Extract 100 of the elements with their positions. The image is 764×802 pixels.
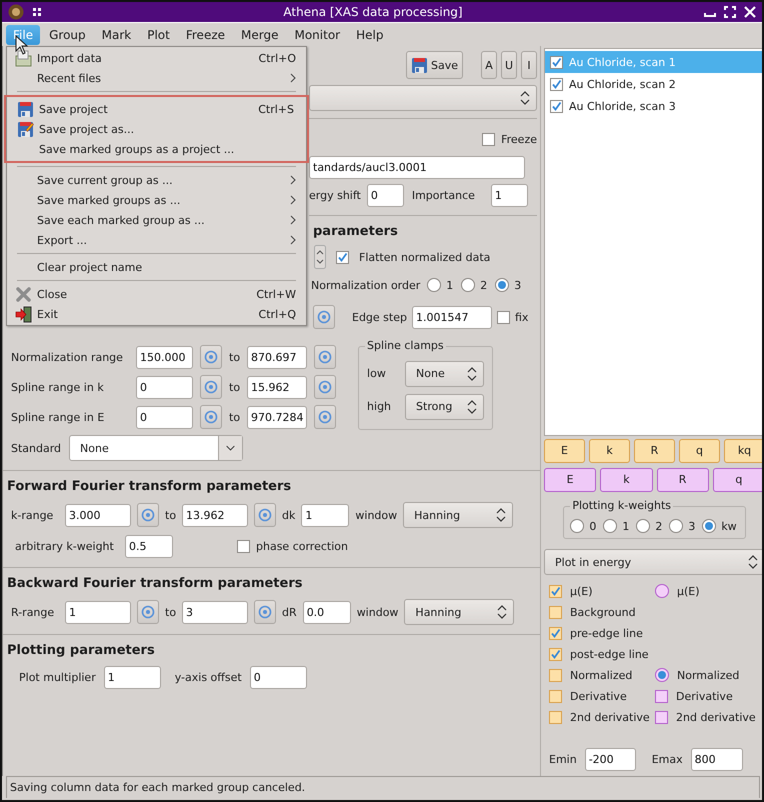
checkbox[interactable] bbox=[336, 250, 349, 264]
radio-button[interactable] bbox=[461, 278, 476, 292]
radio-button[interactable] bbox=[427, 278, 442, 292]
range-from-field[interactable]: 1 bbox=[65, 600, 131, 624]
checkbox[interactable] bbox=[496, 310, 510, 324]
window-menu-icon[interactable] bbox=[32, 7, 42, 17]
step-field[interactable]: 1 bbox=[301, 504, 350, 526]
menu-item[interactable]: Clear project name bbox=[7, 257, 306, 277]
checkbox[interactable] bbox=[549, 668, 562, 682]
menu-title[interactable]: Freeze bbox=[178, 24, 232, 44]
checkbox[interactable] bbox=[549, 584, 562, 598]
menu-item[interactable]: Save marked groups as ... bbox=[7, 190, 306, 210]
pick-button[interactable] bbox=[314, 375, 336, 399]
radio-button[interactable] bbox=[570, 519, 584, 533]
emin-field[interactable]: -200 bbox=[584, 748, 636, 770]
range-from-field[interactable]: 0 bbox=[136, 376, 193, 398]
range-to-field[interactable]: 15.962 bbox=[247, 376, 308, 398]
range-to-field[interactable]: 870.697 bbox=[247, 346, 308, 368]
menu-title[interactable]: Monitor bbox=[287, 24, 348, 44]
range-to-field[interactable]: 3 bbox=[182, 600, 248, 624]
toolbar-button[interactable]: I bbox=[521, 51, 537, 79]
plot-button[interactable]: R bbox=[634, 438, 675, 462]
range-to-field[interactable]: 13.962 bbox=[182, 504, 248, 526]
radio-button[interactable] bbox=[655, 584, 669, 598]
k-weight-field[interactable]: 0.5 bbox=[125, 534, 173, 558]
menu-item[interactable]: Save marked groups as a project ... bbox=[9, 139, 304, 159]
group-item[interactable]: Au Chloride, scan 2 bbox=[545, 73, 762, 95]
close-icon[interactable] bbox=[744, 6, 756, 18]
importance-field[interactable]: 1 bbox=[490, 184, 528, 206]
radio-button[interactable] bbox=[702, 519, 716, 533]
menu-item[interactable]: Save project as... bbox=[9, 119, 304, 139]
pick-button[interactable] bbox=[313, 305, 335, 329]
emax-field[interactable]: 800 bbox=[690, 748, 743, 770]
plot-button[interactable]: R bbox=[656, 468, 709, 492]
range-from-field[interactable]: 3.000 bbox=[65, 504, 131, 526]
checkbox[interactable] bbox=[549, 710, 562, 724]
plot-button[interactable]: E bbox=[544, 468, 596, 492]
window-dropdown[interactable]: Hanning bbox=[403, 502, 514, 528]
range-from-field[interactable]: 0 bbox=[136, 406, 193, 428]
toolbar-button[interactable]: A bbox=[481, 51, 497, 79]
plot-button[interactable]: q bbox=[712, 468, 762, 492]
checkbox[interactable] bbox=[482, 132, 496, 146]
menu-item[interactable]: Save each marked group as ... bbox=[7, 210, 306, 230]
range-from-field[interactable]: 150.000 bbox=[136, 346, 193, 368]
checkbox[interactable] bbox=[550, 56, 563, 68]
menu-title[interactable]: Help bbox=[349, 24, 390, 44]
checkbox[interactable] bbox=[655, 710, 668, 724]
menu-item[interactable]: Save current group as ... bbox=[7, 170, 306, 190]
checkbox[interactable] bbox=[550, 100, 563, 112]
pick-button[interactable] bbox=[137, 600, 159, 624]
plot-button[interactable]: E bbox=[544, 438, 585, 462]
pick-button[interactable] bbox=[200, 405, 222, 429]
radio-button[interactable] bbox=[669, 519, 684, 533]
pick-button[interactable] bbox=[254, 503, 276, 527]
group-dropdown[interactable] bbox=[309, 85, 537, 111]
edge-step-field[interactable]: 1.001547 bbox=[412, 306, 492, 328]
plot-button[interactable]: k bbox=[600, 468, 652, 492]
radio-button[interactable] bbox=[636, 519, 650, 533]
menu-title[interactable]: Plot bbox=[140, 24, 177, 44]
standard-dropdown[interactable]: None bbox=[69, 435, 244, 461]
energy-shift-field[interactable]: 0 bbox=[366, 184, 404, 206]
checkbox[interactable] bbox=[550, 78, 563, 90]
spin-arrows-icon[interactable] bbox=[314, 245, 326, 269]
pick-button[interactable] bbox=[200, 345, 222, 369]
step-field[interactable]: 0.0 bbox=[302, 600, 351, 624]
pick-button[interactable] bbox=[200, 375, 222, 399]
menu-item[interactable]: Export ... bbox=[7, 230, 306, 250]
checkbox[interactable] bbox=[549, 690, 562, 702]
radio-button[interactable] bbox=[603, 519, 618, 533]
pick-button[interactable] bbox=[314, 345, 336, 369]
checkbox[interactable] bbox=[655, 690, 668, 702]
clamp-dropdown[interactable]: Strong bbox=[405, 394, 484, 420]
checkbox[interactable] bbox=[549, 626, 562, 640]
menu-item[interactable]: Save project Ctrl+S bbox=[9, 99, 304, 119]
file-path-field[interactable]: tandards/aucl3.0001 bbox=[309, 156, 525, 178]
maximize-icon[interactable] bbox=[724, 6, 736, 18]
pick-button[interactable] bbox=[254, 600, 276, 624]
range-to-field[interactable]: 970.7284 bbox=[247, 406, 308, 428]
menu-item[interactable]: Close Ctrl+W bbox=[7, 284, 306, 304]
menu-item[interactable]: Exit Ctrl+Q bbox=[7, 304, 306, 324]
y-offset-field[interactable]: 0 bbox=[250, 666, 307, 688]
plot-multiplier-field[interactable]: 1 bbox=[104, 666, 161, 688]
group-item[interactable]: Au Chloride, scan 3 bbox=[545, 95, 762, 117]
menu-title[interactable]: Group bbox=[42, 24, 93, 44]
toolbar-button[interactable]: U bbox=[501, 51, 517, 79]
menu-title[interactable]: Merge bbox=[234, 24, 286, 44]
menu-title[interactable]: Mark bbox=[94, 24, 138, 44]
menu-item[interactable]: Recent files bbox=[7, 68, 306, 88]
menu-item[interactable]: Import data Ctrl+O bbox=[7, 48, 306, 68]
plot-space-dropdown[interactable]: Plot in energy bbox=[544, 549, 762, 575]
checkbox[interactable] bbox=[549, 606, 562, 618]
checkbox[interactable] bbox=[237, 540, 250, 552]
plot-button[interactable]: kq bbox=[724, 438, 762, 462]
radio-button[interactable] bbox=[655, 668, 669, 682]
save-button[interactable]: Save bbox=[406, 51, 463, 79]
window-dropdown[interactable]: Hanning bbox=[404, 599, 514, 625]
clamp-dropdown[interactable]: None bbox=[405, 360, 484, 386]
plot-button[interactable]: q bbox=[679, 438, 720, 462]
radio-button[interactable] bbox=[495, 278, 510, 292]
plot-button[interactable]: k bbox=[589, 438, 630, 462]
